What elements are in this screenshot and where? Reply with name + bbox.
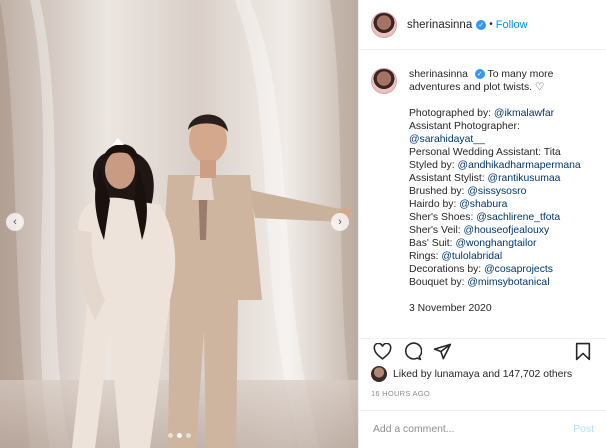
likes-summary: Liked by lunamaya and 147,702 others <box>371 366 572 382</box>
carousel-prev-button[interactable]: ‹ <box>6 213 24 231</box>
liker-avatar[interactable] <box>371 366 387 382</box>
bookmark-icon[interactable] <box>572 340 594 362</box>
post-photo[interactable]: ‹ › <box>0 0 358 448</box>
credit-label: Decorations by: <box>409 264 485 275</box>
likes-prefix: Liked by <box>393 368 432 380</box>
couple-photo-illustration <box>0 0 358 448</box>
post-caption: sherinasinna ✓ To many more adventures a… <box>409 68 594 338</box>
verified-badge-icon: ✓ <box>476 19 487 30</box>
likes-user[interactable]: lunamaya <box>435 369 480 380</box>
carousel-dot <box>167 433 173 438</box>
likes-count[interactable]: 147,702 others <box>503 369 572 380</box>
credit-line: Brushed by: @sissysosro <box>409 185 594 198</box>
credit-line: Photographed by: @ikmalawfar <box>409 107 594 120</box>
credit-label: Bouquet by: <box>409 277 468 288</box>
credit-label: Rings: <box>409 251 442 262</box>
comment-icon[interactable] <box>401 340 423 362</box>
heart-icon[interactable] <box>371 340 393 362</box>
credit-mention-link[interactable]: @rantikusumaa <box>488 173 561 184</box>
post-timestamp[interactable]: 16 HOURS AGO <box>371 389 430 398</box>
credit-line: Sher's Veil: @houseofjealouxy <box>409 224 594 237</box>
post-actions <box>359 338 606 363</box>
add-comment-bar: Post <box>359 410 606 448</box>
credit-mention-link[interactable]: @houseofjealouxy <box>464 225 550 236</box>
header-separator: • <box>489 19 493 30</box>
credit-line: Bas' Suit: @wonghangtailor <box>409 237 594 250</box>
credit-line: Hairdo by: @shabura <box>409 198 594 211</box>
carousel-dot <box>185 433 191 438</box>
credit-mention-link[interactable]: @sachlirene_tfota <box>476 212 560 223</box>
credit-mention-link[interactable]: @andhikadharmapermana <box>458 160 581 171</box>
comments-area: sherinasinna ✓ To many more adventures a… <box>359 50 606 338</box>
caption-username[interactable]: sherinasinna <box>409 69 468 80</box>
credit-mention-link[interactable]: @sarahidayat__ <box>409 134 485 145</box>
carousel-indicator <box>0 433 358 438</box>
credit-mention-link[interactable]: @sissysosro <box>467 186 526 197</box>
credit-line: Rings: @tulolabridal <box>409 250 594 263</box>
share-icon[interactable] <box>431 340 453 362</box>
author-username[interactable]: sherinasinna <box>407 19 472 31</box>
credit-line: Decorations by: @cosaprojects <box>409 263 594 276</box>
carousel-dot-active <box>176 433 182 438</box>
credit-line: Sher's Shoes: @sachlirene_tfota <box>409 211 594 224</box>
caption-credits: Photographed by: @ikmalawfar Assistant Ph… <box>409 107 594 289</box>
credit-label: Bas' Suit: <box>409 238 456 249</box>
credit-mention-link[interactable]: @mimsybotanical <box>467 277 549 288</box>
caption-date: 3 November 2020 <box>409 303 492 314</box>
credit-label: Sher's Veil: <box>409 225 464 236</box>
credit-mention-link[interactable]: @tulolabridal <box>441 251 502 262</box>
credit-mention-link[interactable]: @wonghangtailor <box>455 238 536 249</box>
credit-label: Personal Wedding Assistant: Tita <box>409 147 561 158</box>
credit-label: Photographed by: <box>409 108 494 119</box>
post-side-panel: sherinasinna ✓ • Follow sherinasinna ✓ T… <box>358 0 606 448</box>
credit-label: Styled by: <box>409 160 458 171</box>
post-header: sherinasinna ✓ • Follow <box>359 0 606 50</box>
credit-line: Assistant Stylist: @rantikusumaa <box>409 172 594 185</box>
carousel-next-button[interactable]: › <box>331 213 349 231</box>
credit-label: Assistant Photographer: <box>409 121 520 132</box>
likes-middle: and <box>482 368 500 380</box>
verified-badge-icon: ✓ <box>474 69 485 80</box>
author-avatar[interactable] <box>371 11 397 38</box>
credit-label: Brushed by: <box>409 186 468 197</box>
instagram-post: ‹ › sherinasinna ✓ • Follow sherinasinna… <box>0 0 606 448</box>
follow-button[interactable]: Follow <box>496 19 528 31</box>
credit-label: Assistant Stylist: <box>409 173 488 184</box>
credit-line: Bouquet by: @mimsybotanical <box>409 276 594 289</box>
credit-mention-link[interactable]: @cosaprojects <box>484 264 553 275</box>
credit-mention-link[interactable]: @shabura <box>459 199 507 210</box>
credit-line: Styled by: @andhikadharmapermana <box>409 159 594 172</box>
credit-line: Personal Wedding Assistant: Tita <box>409 146 594 159</box>
credit-mention-link[interactable]: @ikmalawfar <box>494 108 554 119</box>
credit-label: Sher's Shoes: <box>409 212 477 223</box>
credit-line: Assistant Photographer: @sarahidayat__ <box>409 120 594 146</box>
credit-label: Hairdo by: <box>409 199 460 210</box>
post-comment-button[interactable]: Post <box>573 424 594 435</box>
caption-author-avatar[interactable] <box>371 68 397 94</box>
comment-input[interactable] <box>371 423 574 436</box>
